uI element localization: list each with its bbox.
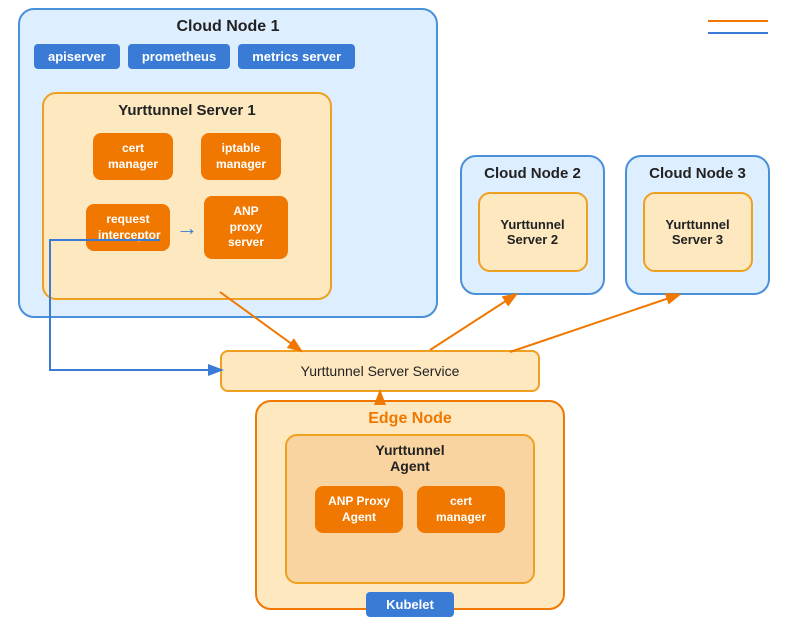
cloud-node-3: Cloud Node 3 YurttunnelServer 3 — [625, 155, 770, 295]
cloud-node-3-title: Cloud Node 3 — [627, 157, 768, 182]
cert-manager-button-2[interactable]: certmanager — [417, 486, 505, 533]
yurt-server-3-label: YurttunnelServer 3 — [665, 217, 729, 247]
prometheus-button[interactable]: prometheus — [128, 44, 230, 69]
edge-node-title: Edge Node — [257, 402, 563, 428]
apiserver-button[interactable]: apiserver — [34, 44, 120, 69]
legend-orange-line — [708, 20, 768, 22]
top-buttons-row: apiserver prometheus metrics server — [34, 44, 422, 69]
yurt-server-2-label: YurttunnelServer 2 — [500, 217, 564, 247]
blue-line-indicator — [708, 32, 768, 34]
cloud-node-1: Cloud Node 1 apiserver prometheus metric… — [18, 8, 438, 318]
yurt-server-1-title: Yurttunnel Server 1 — [44, 94, 330, 119]
arrow-service-to-cn2 — [430, 295, 515, 350]
yurt-server-1: Yurttunnel Server 1 certmanager iptablem… — [42, 92, 332, 300]
yurt-server-service-label: Yurttunnel Server Service — [301, 363, 460, 379]
iptable-manager-button[interactable]: iptablemanager — [201, 133, 281, 180]
cloud-node-2: Cloud Node 2 YurttunnelServer 2 — [460, 155, 605, 295]
metrics-server-button[interactable]: metrics server — [238, 44, 355, 69]
anp-proxy-server-button[interactable]: ANP proxyserver — [204, 196, 288, 259]
yurt-server-3-box: YurttunnelServer 3 — [643, 192, 753, 272]
yurt-agent-box: YurttunnelAgent ANP ProxyAgent certmanag… — [285, 434, 535, 584]
kubelet-button[interactable]: Kubelet — [366, 592, 454, 617]
legend-blue-line — [708, 32, 768, 34]
yurt-server-2-box: YurttunnelServer 2 — [478, 192, 588, 272]
request-interceptor-button[interactable]: requestinterceptor — [86, 204, 170, 251]
yurt-agent-title: YurttunnelAgent — [293, 442, 527, 480]
legend — [708, 20, 768, 44]
diagram: Cloud Node 1 apiserver prometheus metric… — [0, 0, 798, 626]
arrow-interceptor-to-anp: → — [176, 215, 198, 241]
cloud-node-1-title: Cloud Node 1 — [20, 10, 436, 36]
yurt1-bottom-row: requestinterceptor → ANP proxyserver — [44, 196, 330, 259]
cloud-node-2-title: Cloud Node 2 — [462, 157, 603, 182]
edge-node: Edge Node YurttunnelAgent ANP ProxyAgent… — [255, 400, 565, 610]
cert-manager-button-1[interactable]: certmanager — [93, 133, 173, 180]
arrow-service-to-cn3 — [510, 295, 678, 352]
yurt-server-service: Yurttunnel Server Service — [220, 350, 540, 392]
yurt1-top-row: certmanager iptablemanager — [44, 133, 330, 180]
yurt-agent-buttons: ANP ProxyAgent certmanager — [293, 486, 527, 533]
anp-proxy-agent-button[interactable]: ANP ProxyAgent — [315, 486, 403, 533]
orange-line-indicator — [708, 20, 768, 22]
